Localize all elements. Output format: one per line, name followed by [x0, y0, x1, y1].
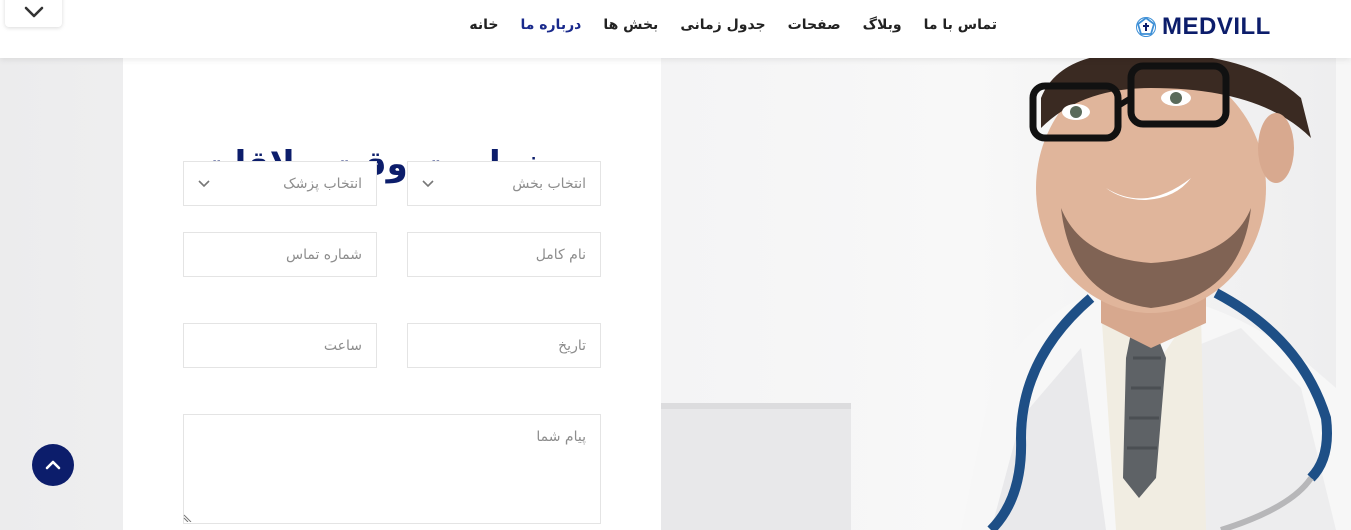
chevron-up-icon: [45, 460, 61, 470]
nav-item-home[interactable]: خانه: [458, 14, 509, 36]
message-textarea[interactable]: پیام شما: [183, 414, 601, 524]
time-input[interactable]: ساعت: [183, 323, 377, 368]
collapse-toggle-button[interactable]: [5, 0, 62, 27]
page: خانه درباره ما بخش ها جدول زمانی صفحات و…: [0, 0, 1351, 530]
chevron-down-icon: [24, 6, 43, 17]
nav-item-contact[interactable]: تماس با ما: [913, 14, 1008, 36]
nav-item-pages[interactable]: صفحات: [777, 14, 852, 36]
nav-item-about[interactable]: درباره ما: [509, 14, 592, 36]
page-edge: [1336, 58, 1351, 530]
resize-handle-icon[interactable]: [183, 512, 193, 522]
nav-item-blog[interactable]: وبلاگ: [852, 14, 913, 36]
chevron-down-icon: [422, 179, 434, 188]
message-placeholder: پیام شما: [536, 429, 586, 445]
logo-text: MEDVILL: [1162, 13, 1271, 40]
department-select[interactable]: انتخاب بخش: [407, 161, 601, 206]
doctor-select[interactable]: انتخاب پزشک: [183, 161, 377, 206]
medical-logo-icon: [1136, 16, 1156, 37]
doctor-select-label: انتخاب پزشک: [283, 175, 362, 192]
site-logo[interactable]: MEDVILL: [1134, 13, 1271, 41]
phone-input[interactable]: شماره تماس: [183, 232, 377, 277]
time-placeholder: ساعت: [323, 337, 362, 354]
scroll-to-top-button[interactable]: [32, 444, 74, 486]
full-name-placeholder: نام کامل: [535, 246, 586, 263]
site-header: خانه درباره ما بخش ها جدول زمانی صفحات و…: [0, 0, 1351, 58]
nav-item-departments[interactable]: بخش ها: [592, 14, 669, 36]
doctor-photo: [661, 58, 1336, 530]
main-nav: خانه درباره ما بخش ها جدول زمانی صفحات و…: [458, 14, 1008, 36]
phone-placeholder: شماره تماس: [286, 246, 362, 263]
full-name-input[interactable]: نام کامل: [407, 232, 601, 277]
department-select-label: انتخاب بخش: [512, 175, 586, 192]
date-input[interactable]: تاریخ: [407, 323, 601, 368]
chevron-down-icon: [198, 179, 210, 188]
date-placeholder: تاریخ: [558, 337, 586, 354]
nav-item-schedule[interactable]: جدول زمانی: [669, 14, 776, 36]
doctor-illustration: [661, 58, 1336, 530]
